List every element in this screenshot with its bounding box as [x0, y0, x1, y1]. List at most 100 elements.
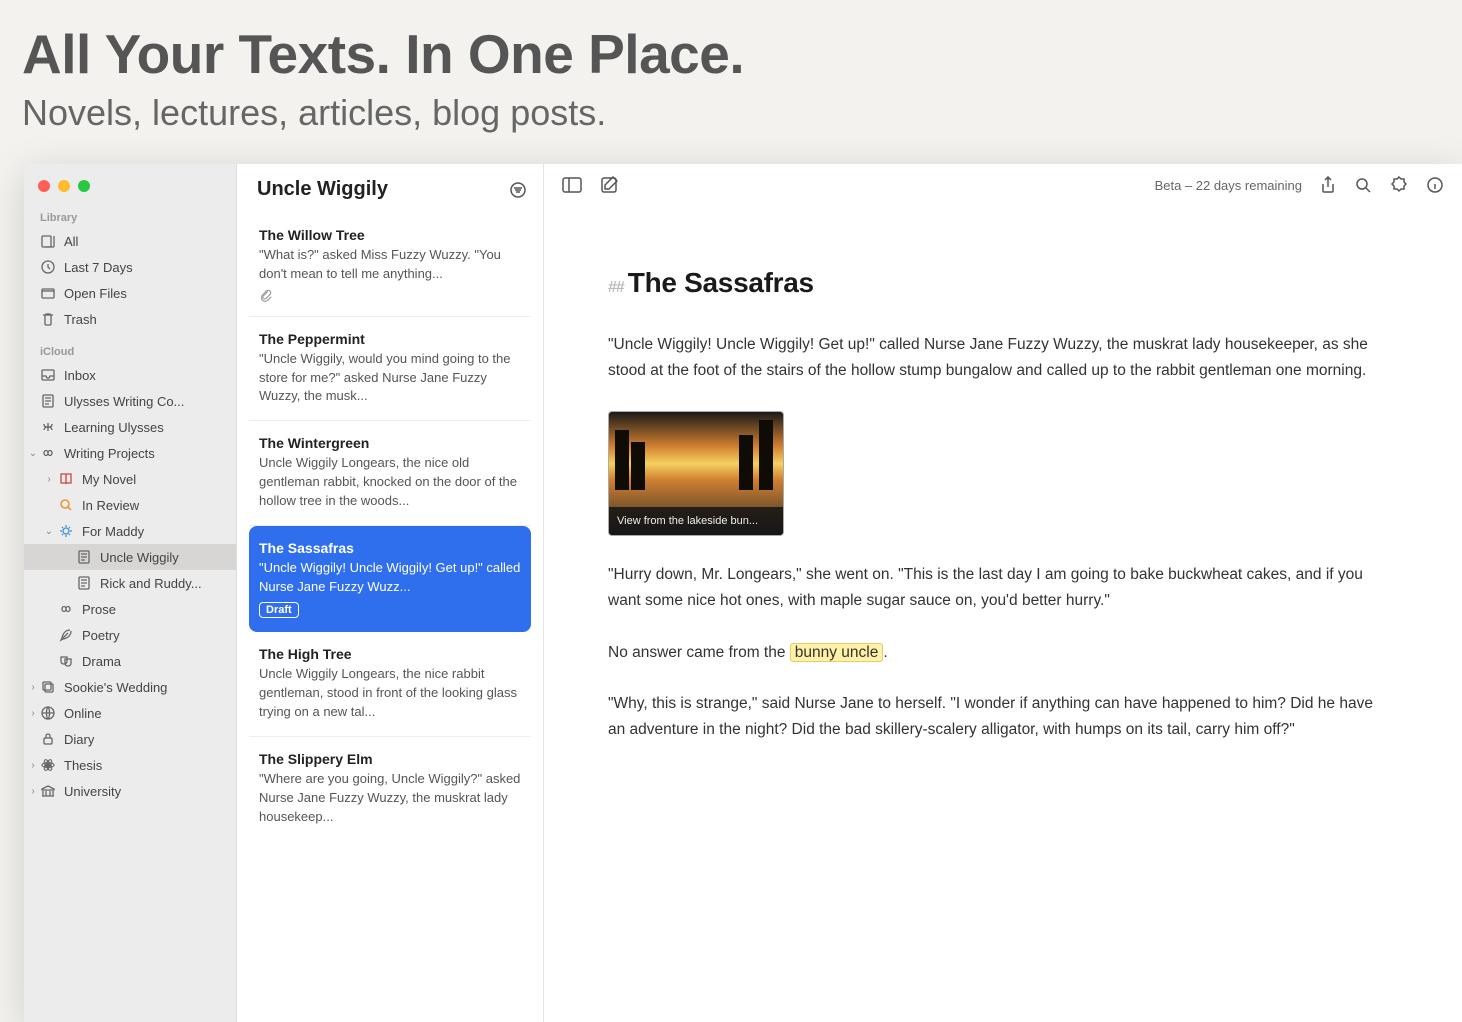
sidebar-item-thesis[interactable]: › Thesis: [24, 752, 236, 778]
stack-icon: [40, 233, 56, 249]
sidebar-item-label: Prose: [82, 602, 116, 617]
minimize-window-button[interactable]: [58, 180, 70, 192]
sidebar-item-for-maddy[interactable]: ⌄ For Maddy: [24, 518, 236, 544]
chevron-right-icon[interactable]: ›: [28, 760, 38, 771]
close-window-button[interactable]: [38, 180, 50, 192]
sidebar-item-diary[interactable]: Diary: [24, 726, 236, 752]
list-item[interactable]: The High TreeUncle Wiggily Longears, the…: [249, 632, 531, 737]
list-item-preview: "What is?" asked Miss Fuzzy Wuzzy. "You …: [259, 246, 521, 284]
list-item-preview: "Where are you going, Uncle Wiggily?" as…: [259, 770, 521, 827]
text-span: .: [883, 644, 887, 661]
sidebar: Library All Last 7 Days Open Files Trash…: [24, 164, 237, 1022]
sidebar-item-inbox[interactable]: Inbox: [24, 362, 236, 388]
library-icon: [40, 783, 56, 799]
sidebar-item-online[interactable]: › Online: [24, 700, 236, 726]
share-icon[interactable]: [1320, 176, 1336, 194]
sidebar-item-label: Rick and Ruddy...: [100, 576, 202, 591]
info-icon[interactable]: [1426, 176, 1444, 194]
chevron-down-icon[interactable]: ⌄: [28, 448, 38, 459]
app-window: Library All Last 7 Days Open Files Trash…: [24, 164, 1462, 1022]
sidebar-item-in-review[interactable]: In Review: [24, 492, 236, 518]
sidebar-item-label: Ulysses Writing Co...: [64, 394, 184, 409]
editor-pane: Beta – 22 days remaining ## The Sassafra…: [544, 164, 1462, 1022]
paragraph[interactable]: "Hurry down, Mr. Longears," she went on.…: [608, 562, 1382, 613]
sidebar-item-rick-ruddy[interactable]: Rick and Ruddy...: [24, 570, 236, 596]
paragraph[interactable]: "Uncle Wiggily! Uncle Wiggily! Get up!" …: [608, 332, 1382, 383]
infinity-icon: [40, 445, 56, 461]
chevron-right-icon[interactable]: ›: [28, 708, 38, 719]
page-icon: [76, 549, 92, 565]
document-list-pane: Uncle Wiggily The Willow Tree"What is?" …: [237, 164, 544, 1022]
chevron-right-icon[interactable]: ›: [28, 682, 38, 693]
search-icon[interactable]: [1354, 176, 1372, 194]
page-icon: [40, 393, 56, 409]
inline-image[interactable]: View from the lakeside bun...: [608, 411, 784, 536]
sidebar-item-writing-projects[interactable]: ⌄ Writing Projects: [24, 440, 236, 466]
list-item[interactable]: The Sassafras"Uncle Wiggily! Uncle Wiggi…: [249, 526, 531, 633]
chevron-down-icon[interactable]: ⌄: [44, 526, 54, 537]
sidebar-item-trash[interactable]: Trash: [24, 306, 236, 332]
butterfly-icon: [40, 419, 56, 435]
sidebar-item-university[interactable]: › University: [24, 778, 236, 804]
magnify-icon: [58, 497, 74, 513]
sidebar-item-label: Poetry: [82, 628, 120, 643]
window-controls: [24, 174, 236, 206]
sidebar-item-learning-ulysses[interactable]: Learning Ulysses: [24, 414, 236, 440]
sidebar-item-label: Diary: [64, 732, 94, 747]
sidebar-item-label: For Maddy: [82, 524, 144, 539]
sidebar-item-drama[interactable]: Drama: [24, 648, 236, 674]
folder-icon: [40, 285, 56, 301]
list-item-preview: Uncle Wiggily Longears, the nice old gen…: [259, 454, 521, 511]
list-item[interactable]: The Wintergreen Uncle Wiggily Longears, t…: [249, 421, 531, 526]
filter-icon[interactable]: [509, 181, 527, 199]
book-icon: [58, 471, 74, 487]
list-item-title: The Peppermint: [259, 331, 521, 347]
page-icon: [76, 575, 92, 591]
section-header-icloud: iCloud: [24, 340, 236, 362]
section-header-library: Library: [24, 206, 236, 228]
paragraph[interactable]: "Why, this is strange," said Nurse Jane …: [608, 691, 1382, 742]
globe-icon: [40, 705, 56, 721]
chevron-right-icon[interactable]: ›: [28, 786, 38, 797]
hero-subtitle: Novels, lectures, articles, blog posts.: [22, 92, 1440, 134]
sidebar-item-prose[interactable]: Prose: [24, 596, 236, 622]
editor-toolbar: Beta – 22 days remaining: [544, 164, 1462, 204]
sidebar-item-sookies-wedding[interactable]: › Sookie's Wedding: [24, 674, 236, 700]
sidebar-item-ulysses-writing[interactable]: Ulysses Writing Co...: [24, 388, 236, 414]
sidebar-item-label: Sookie's Wedding: [64, 680, 167, 695]
paragraph[interactable]: No answer came from the bunny uncle.: [608, 640, 1382, 666]
draft-badge: Draft: [259, 602, 299, 618]
image-caption: View from the lakeside bun...: [609, 507, 783, 535]
beta-status: Beta – 22 days remaining: [1155, 178, 1302, 193]
trash-icon: [40, 311, 56, 327]
sidebar-toggle-icon[interactable]: [562, 177, 582, 193]
badge-icon[interactable]: [1390, 176, 1408, 194]
sidebar-item-all[interactable]: All: [24, 228, 236, 254]
list-item-title: The Willow Tree: [259, 227, 521, 243]
document-title[interactable]: The Sassafras: [628, 260, 814, 306]
clock-icon: [40, 259, 56, 275]
list-item-title: The Wintergreen: [259, 435, 521, 451]
atom-icon: [40, 757, 56, 773]
sidebar-item-label: Open Files: [64, 286, 127, 301]
sidebar-item-label: Learning Ulysses: [64, 420, 164, 435]
stack-icon: [40, 679, 56, 695]
sidebar-item-label: University: [64, 784, 121, 799]
chevron-right-icon[interactable]: ›: [44, 474, 54, 485]
compose-icon[interactable]: [600, 176, 618, 194]
sidebar-item-my-novel[interactable]: › My Novel: [24, 466, 236, 492]
list-item[interactable]: The Slippery Elm"Where are you going, Un…: [249, 737, 531, 841]
hero-title: All Your Texts. In One Place.: [22, 22, 1440, 86]
sidebar-item-uncle-wiggily[interactable]: Uncle Wiggily: [24, 544, 236, 570]
sidebar-item-label: Thesis: [64, 758, 102, 773]
maximize-window-button[interactable]: [78, 180, 90, 192]
list-item[interactable]: The Willow Tree "What is?" asked Miss Fuz…: [249, 213, 531, 317]
list-item[interactable]: The Peppermint"Uncle Wiggily, would you …: [249, 317, 531, 422]
sidebar-item-last7days[interactable]: Last 7 Days: [24, 254, 236, 280]
sidebar-item-label: All: [64, 234, 78, 249]
sidebar-item-openfiles[interactable]: Open Files: [24, 280, 236, 306]
highlighted-text[interactable]: bunny uncle: [790, 643, 884, 662]
sidebar-item-poetry[interactable]: Poetry: [24, 622, 236, 648]
feather-icon: [58, 627, 74, 643]
editor-content[interactable]: ## The Sassafras "Uncle Wiggily! Uncle W…: [544, 204, 1462, 782]
